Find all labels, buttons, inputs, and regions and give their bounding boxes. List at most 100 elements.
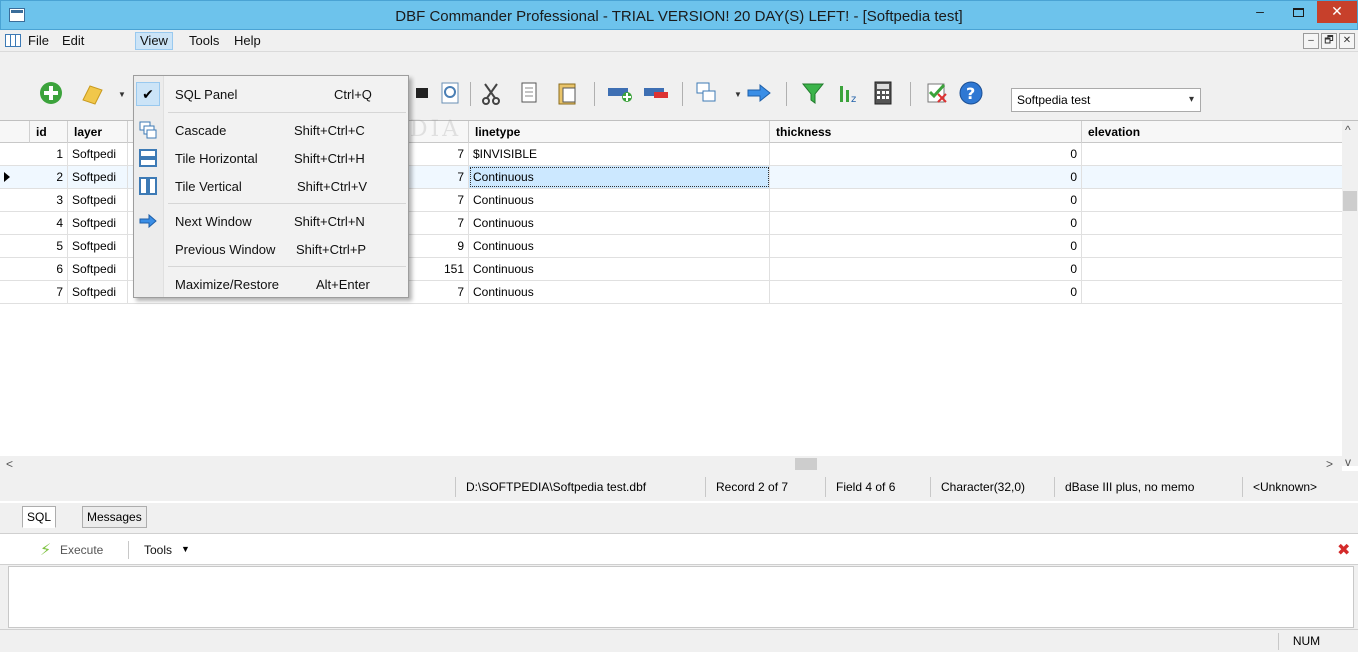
database-select[interactable]: Softpedia test ▾ [1011,88,1201,112]
paste-icon[interactable] [554,80,580,106]
cell-elevation[interactable] [1082,212,1342,234]
copy-dropdown-arrow-icon[interactable]: ▼ [734,90,742,99]
column-header-elevation[interactable]: elevation [1082,121,1342,143]
scroll-down-icon[interactable]: v [1345,455,1351,469]
cell-id[interactable]: 1 [30,143,68,165]
calculator-icon[interactable] [870,80,896,106]
print-icon[interactable] [412,80,438,106]
menu-item-next-window[interactable]: Next Window Shift+Ctrl+N [134,207,408,235]
cell-id[interactable]: 3 [30,189,68,211]
cell-layer[interactable]: Softpedi [68,281,128,303]
execute-button[interactable]: Execute [60,543,103,557]
sql-toolbar-separator [128,541,129,559]
mdi-minimize-button[interactable]: – [1303,33,1319,49]
cell-linetype[interactable]: Continuous [469,258,770,280]
sql-tools-button[interactable]: Tools [144,543,172,557]
cell-layer[interactable]: Softpedi [68,235,128,257]
menu-item-tile-vertical[interactable]: Tile Vertical Shift+Ctrl+V [134,172,408,200]
cell-elevation[interactable] [1082,235,1342,257]
cell-linetype[interactable]: Continuous [469,281,770,303]
menu-item-shortcut: Shift+Ctrl+C [294,123,365,138]
vertical-scroll-thumb[interactable] [1343,191,1357,211]
sql-toolbar: ⚡ Execute Tools ▼ ✖ [0,533,1358,565]
cut-icon[interactable] [478,80,504,106]
tab-messages[interactable]: Messages [82,506,147,528]
column-header-id[interactable]: id [30,121,68,143]
menu-item-shortcut: Alt+Enter [316,277,370,292]
scroll-right-icon[interactable]: > [1326,457,1333,471]
window-title: DBF Commander Professional - TRIAL VERSI… [395,8,963,25]
tab-sql[interactable]: SQL [22,506,57,528]
filter-icon[interactable] [800,80,826,106]
cell-thickness[interactable]: 0 [770,258,1082,280]
cell-layer[interactable]: Softpedi [68,143,128,165]
menu-item-label: Maximize/Restore [175,277,280,292]
menu-item-cascade[interactable]: Cascade Shift+Ctrl+C [134,116,408,144]
column-header-layer[interactable]: layer [68,121,128,143]
cell-id[interactable]: 7 [30,281,68,303]
cell-thickness[interactable]: 0 [770,143,1082,165]
delete-row-icon[interactable] [642,80,668,106]
table-window-icon[interactable] [5,34,21,47]
cell-thickness[interactable]: 0 [770,281,1082,303]
copy-icon[interactable] [516,80,542,106]
menu-edit[interactable]: Edit [58,32,88,50]
cell-elevation[interactable] [1082,166,1342,188]
sql-editor[interactable] [8,566,1354,628]
cell-elevation[interactable] [1082,281,1342,303]
horizontal-scrollbar[interactable]: < > [0,456,1342,472]
scroll-up-icon[interactable]: ^ [1345,123,1351,137]
cell-elevation[interactable] [1082,189,1342,211]
cell-linetype[interactable]: Continuous [469,189,770,211]
sort-icon[interactable]: z [836,80,862,106]
toolbar-separator [786,82,787,106]
help-icon[interactable]: ? [958,80,984,106]
open-file-icon[interactable] [80,80,106,106]
cell-linetype[interactable]: Continuous [469,235,770,257]
menu-item-maximize-restore[interactable]: Maximize/Restore Alt+Enter [134,270,408,298]
cell-thickness[interactable]: 0 [770,212,1082,234]
close-button[interactable]: ✕ [1317,1,1357,23]
copy-structure-icon[interactable] [694,80,720,106]
cell-layer[interactable]: Softpedi [68,189,128,211]
menu-file[interactable]: File [24,32,53,50]
column-header-thickness[interactable]: thickness [770,121,1082,143]
cell-elevation[interactable] [1082,143,1342,165]
column-header-linetype[interactable]: linetype [469,121,770,143]
insert-row-icon[interactable] [606,80,632,106]
cell-thickness[interactable]: 0 [770,166,1082,188]
cell-layer[interactable]: Softpedi [68,166,128,188]
add-record-icon[interactable] [38,80,64,106]
cell-linetype[interactable]: Continuous [469,212,770,234]
cell-linetype[interactable]: $INVISIBLE [469,143,770,165]
goto-arrow-icon[interactable] [746,80,772,106]
open-dropdown-arrow-icon[interactable]: ▼ [118,90,126,99]
mdi-close-button[interactable]: ✕ [1339,33,1355,49]
preview-icon[interactable] [438,80,464,106]
cell-linetype-focused[interactable]: Continuous [469,166,770,188]
cell-thickness[interactable]: 0 [770,235,1082,257]
close-panel-icon[interactable]: ✖ [1337,540,1350,560]
chevron-down-icon[interactable]: ▼ [181,544,190,554]
cell-id[interactable]: 4 [30,212,68,234]
horizontal-scroll-thumb[interactable] [795,458,817,470]
scroll-left-icon[interactable]: < [6,457,13,471]
cell-layer[interactable]: Softpedi [68,258,128,280]
mdi-restore-button[interactable]: 🗗 [1321,33,1337,49]
menu-item-previous-window[interactable]: Previous Window Shift+Ctrl+P [134,235,408,263]
menu-item-sql-panel[interactable]: ✔ SQL Panel Ctrl+Q [134,80,408,108]
minimize-button[interactable]: – [1246,1,1274,23]
cell-elevation[interactable] [1082,258,1342,280]
cell-id[interactable]: 2 [30,166,68,188]
menu-help[interactable]: Help [230,32,265,50]
cell-id[interactable]: 6 [30,258,68,280]
menu-view[interactable]: View [135,32,173,50]
cell-id[interactable]: 5 [30,235,68,257]
checklist-icon[interactable] [924,80,950,106]
cell-thickness[interactable]: 0 [770,189,1082,211]
cell-layer[interactable]: Softpedi [68,212,128,234]
maximize-button[interactable] [1284,1,1312,23]
menu-item-tile-horizontal[interactable]: Tile Horizontal Shift+Ctrl+H [134,144,408,172]
menu-tools[interactable]: Tools [185,32,223,50]
vertical-scrollbar[interactable]: ^ v [1342,121,1358,469]
